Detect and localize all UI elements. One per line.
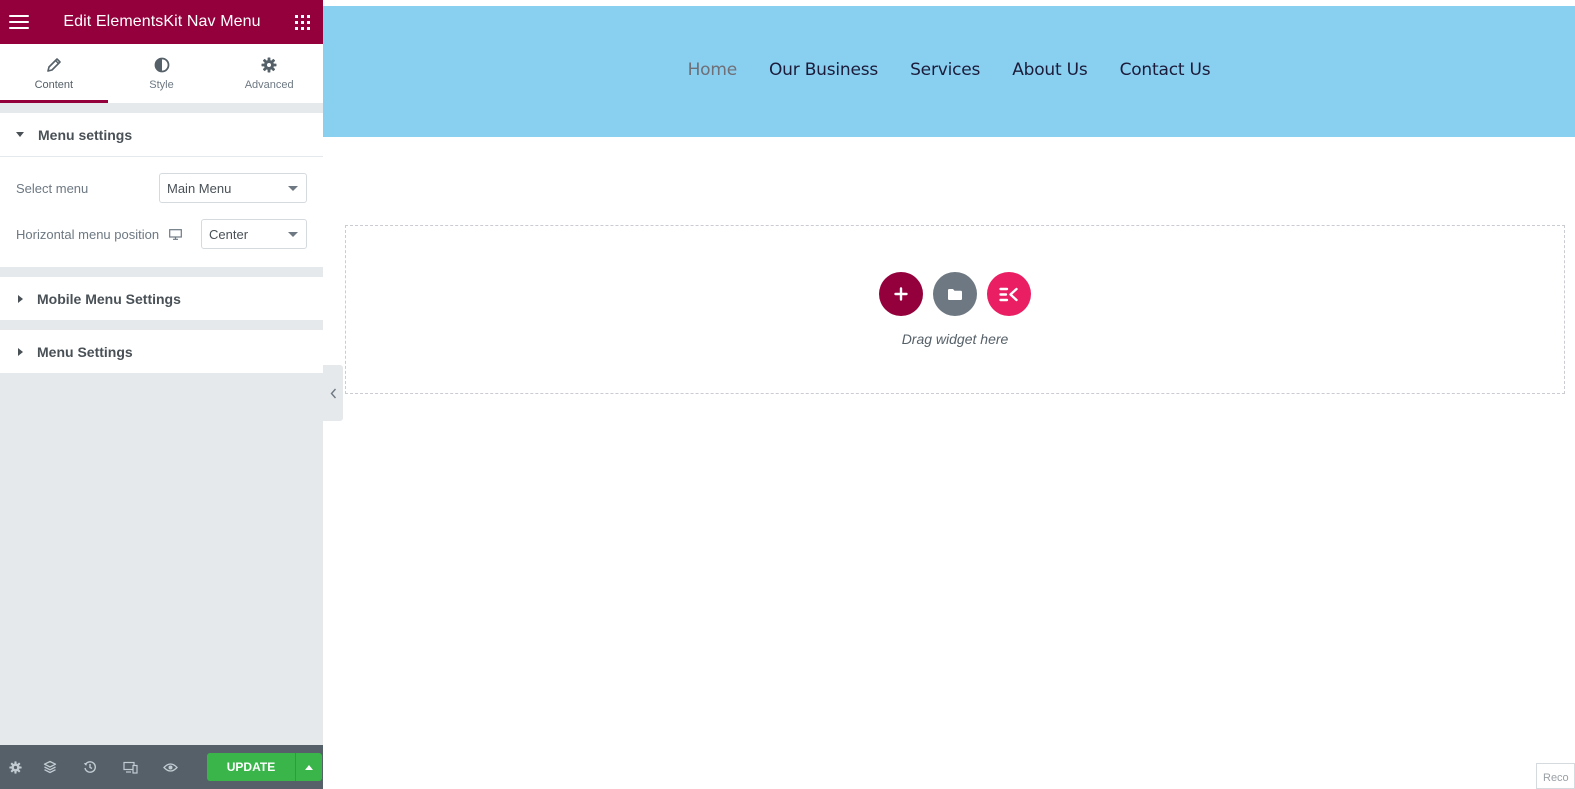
- tab-style[interactable]: Style: [108, 44, 216, 103]
- chevron-down-icon: [288, 231, 298, 237]
- section-menu-settings: Menu settings Select menu Main Menu Hori…: [0, 113, 323, 267]
- elementskit-logo-icon: [999, 287, 1018, 301]
- pencil-icon: [47, 57, 61, 72]
- caret-up-icon: [305, 764, 313, 770]
- panel-tabs: Content Style Advanced: [0, 44, 323, 103]
- desktop-icon[interactable]: [169, 228, 182, 240]
- panel-title: Edit ElementsKit Nav Menu: [63, 13, 261, 30]
- add-template-button[interactable]: [933, 272, 977, 316]
- tab-advanced[interactable]: Advanced: [215, 44, 323, 103]
- section-menu-settings-toggle[interactable]: Menu settings: [0, 113, 323, 156]
- navigator-icon[interactable]: [30, 745, 70, 789]
- caret-right-icon: [18, 294, 23, 303]
- add-section-button[interactable]: [879, 272, 923, 316]
- update-button[interactable]: UPDATE: [207, 753, 295, 781]
- panel-collapse-handle[interactable]: [323, 365, 343, 421]
- chevron-left-icon: [330, 388, 336, 398]
- panel-header: Edit ElementsKit Nav Menu: [0, 0, 323, 44]
- section-menu-settings-body: Select menu Main Menu Horizontal menu po…: [0, 156, 323, 267]
- history-icon[interactable]: [70, 745, 110, 789]
- nav-item-home[interactable]: Home: [688, 60, 738, 80]
- section-title: Mobile Menu Settings: [37, 290, 181, 307]
- elementskit-library-button[interactable]: [987, 272, 1031, 316]
- nav-item-contact-us[interactable]: Contact Us: [1120, 60, 1211, 80]
- chevron-down-icon: [288, 185, 298, 191]
- folder-icon: [948, 288, 962, 300]
- panel-footer: UPDATE: [0, 745, 323, 789]
- tab-content-label: Content: [34, 78, 74, 91]
- horizontal-position-value: Center: [209, 226, 249, 242]
- widgets-grid-icon[interactable]: [295, 14, 310, 30]
- control-label: Horizontal menu position: [16, 227, 201, 242]
- update-options-button[interactable]: [295, 753, 322, 781]
- tab-content[interactable]: Content: [0, 44, 108, 103]
- settings-icon[interactable]: [0, 745, 30, 789]
- dropzone-hint: Drag widget here: [901, 331, 1009, 347]
- section-menu-settings-2: Menu Settings: [0, 330, 323, 373]
- select-menu-value: Main Menu: [167, 180, 232, 196]
- select-menu-label: Select menu: [16, 180, 89, 196]
- control-horizontal-position: Horizontal menu position Center: [16, 219, 307, 249]
- control-select-menu: Select menu Main Menu: [16, 173, 307, 203]
- recorder-badge: Reco: [1536, 763, 1575, 789]
- control-label: Select menu: [16, 181, 159, 196]
- editor-panel: Edit ElementsKit Nav Menu Content Style: [0, 0, 323, 789]
- section-title: Menu Settings: [37, 343, 133, 360]
- caret-right-icon: [18, 347, 23, 356]
- add-section-dropzone[interactable]: Drag widget here: [345, 225, 1565, 394]
- section-menu-settings-2-toggle[interactable]: Menu Settings: [0, 330, 323, 373]
- preview-eye-icon[interactable]: [150, 745, 190, 789]
- nav-menu: Home Our Business Services About Us Cont…: [323, 60, 1575, 80]
- plus-icon: [894, 287, 908, 301]
- horizontal-position-label: Horizontal menu position: [16, 226, 160, 242]
- hamburger-menu-icon[interactable]: [9, 15, 29, 29]
- nav-item-about-us[interactable]: About Us: [1012, 60, 1088, 80]
- section-mobile-menu-settings-toggle[interactable]: Mobile Menu Settings: [0, 277, 323, 320]
- section-title: Menu settings: [38, 126, 133, 143]
- nav-item-services[interactable]: Services: [910, 60, 980, 80]
- horizontal-position-dropdown[interactable]: Center: [201, 219, 307, 249]
- nav-item-our-business[interactable]: Our Business: [769, 60, 878, 80]
- half-circle-icon: [154, 57, 169, 72]
- section-mobile-menu-settings: Mobile Menu Settings: [0, 277, 323, 320]
- responsive-icon[interactable]: [110, 745, 150, 789]
- caret-down-icon: [16, 132, 24, 137]
- select-menu-dropdown[interactable]: Main Menu: [159, 173, 307, 203]
- dropzone-buttons: [879, 272, 1031, 316]
- gear-icon: [261, 57, 277, 72]
- tab-advanced-label: Advanced: [244, 78, 294, 91]
- tab-style-label: Style: [149, 78, 174, 91]
